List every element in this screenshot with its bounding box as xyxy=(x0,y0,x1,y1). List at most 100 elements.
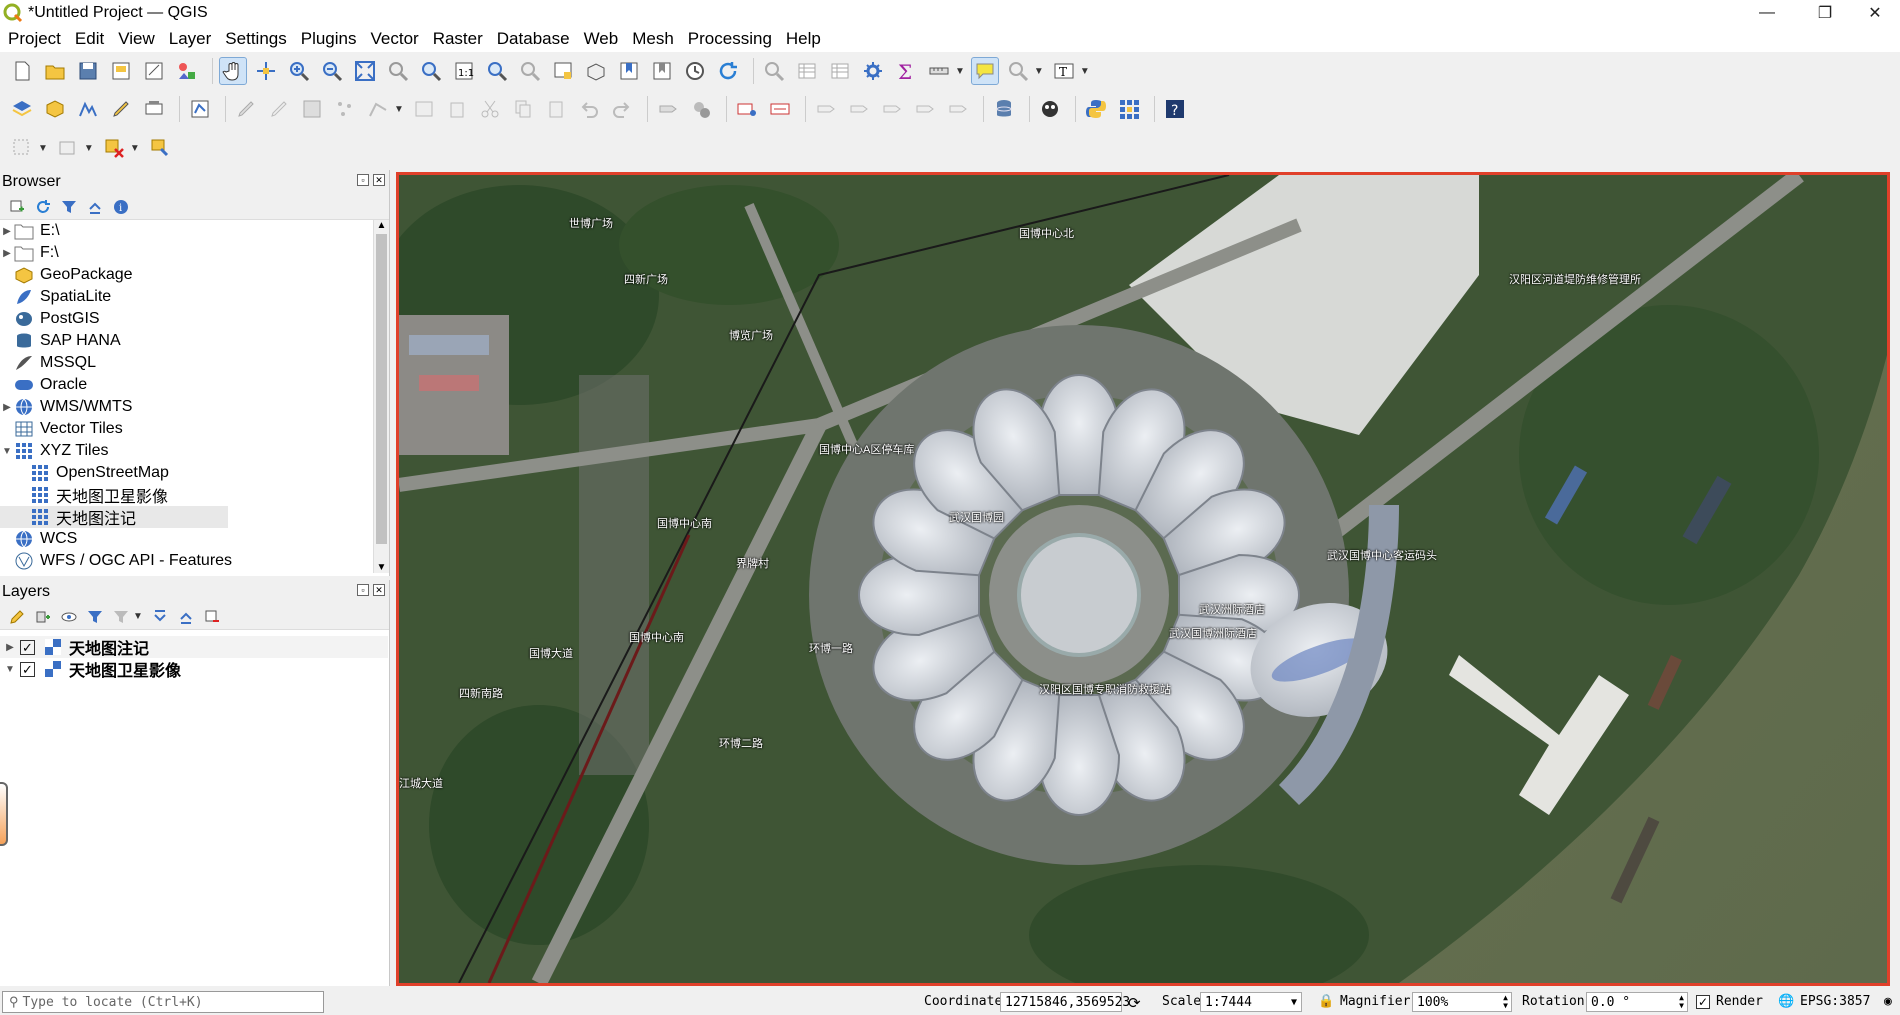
refresh-browser-icon[interactable] xyxy=(32,196,54,218)
browser-item[interactable]: PostGIS xyxy=(0,308,372,330)
coordinate-field[interactable]: 12715846,3569523 xyxy=(1000,992,1130,1012)
label-move-icon[interactable] xyxy=(812,95,840,123)
map-canvas[interactable]: 国博中心北 汉阳区河道堤防维修管理所 国博中心南 国博中心A区停车库 武汉国博园 武汉国博… xyxy=(396,172,1890,986)
add-feature-icon[interactable] xyxy=(331,95,359,123)
browser-item[interactable]: Vector Tiles xyxy=(0,418,372,440)
browser-scrollbar[interactable]: ▲ ▼ xyxy=(373,220,389,573)
float-panel-button[interactable]: ▫ xyxy=(357,174,369,186)
label-pin-icon[interactable] xyxy=(687,95,715,123)
browser-item[interactable]: MSSQL xyxy=(0,352,372,374)
new-shapefile-layer-icon[interactable] xyxy=(74,95,102,123)
new-3d-view-icon[interactable] xyxy=(582,57,610,85)
attribute-table-selected-icon[interactable] xyxy=(826,57,854,85)
menu-vector[interactable]: Vector xyxy=(371,29,419,49)
open-attribute-table-icon[interactable] xyxy=(793,57,821,85)
browser-item[interactable]: SAP HANA xyxy=(0,330,372,352)
show-bookmarks-icon[interactable] xyxy=(648,57,676,85)
new-project-icon[interactable] xyxy=(8,57,36,85)
browser-item[interactable]: GeoPackage xyxy=(0,264,372,286)
label-change-icon[interactable] xyxy=(878,95,906,123)
zoom-to-selection-icon[interactable] xyxy=(384,57,412,85)
pan-map-icon[interactable] xyxy=(219,57,247,85)
close-panel-button[interactable]: ✕ xyxy=(373,174,385,186)
map-tips-icon[interactable] xyxy=(970,57,999,85)
browser-item[interactable]: ▶ F:\ xyxy=(0,242,372,264)
select-location-icon[interactable] xyxy=(146,134,174,162)
paste-features-icon[interactable] xyxy=(542,95,570,123)
statistics-sigma-icon[interactable]: Σ xyxy=(892,57,920,85)
browser-item[interactable]: SpatiaLite xyxy=(0,286,372,308)
data-source-manager-icon[interactable] xyxy=(8,95,36,123)
scroll-up-arrow[interactable]: ▲ xyxy=(374,220,389,231)
select-features-icon[interactable] xyxy=(8,134,36,162)
pan-to-selection-icon[interactable] xyxy=(252,57,280,85)
layer-item[interactable]: ▼ ✓ 天地图卫星影像 xyxy=(0,658,388,680)
vertex-tool-icon[interactable] xyxy=(364,95,392,123)
digitize-icon[interactable] xyxy=(107,95,135,123)
redo-icon[interactable] xyxy=(608,95,636,123)
select-by-value-icon[interactable] xyxy=(54,134,82,162)
render-checkbox[interactable]: ✓ xyxy=(1696,995,1710,1009)
browser-item[interactable]: OpenStreetMap xyxy=(0,462,372,484)
add-group-icon[interactable] xyxy=(32,606,54,628)
menu-plugins[interactable]: Plugins xyxy=(301,29,357,49)
crs-button[interactable]: EPSG:3857 xyxy=(1800,994,1870,1009)
magnifier-spinbox[interactable]: 100% ▲ ▼ xyxy=(1412,992,1512,1012)
save-project-icon[interactable] xyxy=(74,57,102,85)
new-virtual-layer-icon[interactable] xyxy=(140,95,168,123)
deselect-features-icon[interactable] xyxy=(100,134,128,162)
menu-edit[interactable]: Edit xyxy=(75,29,104,49)
help-icon[interactable]: ? xyxy=(1161,95,1189,123)
label-tool-icon[interactable] xyxy=(654,95,682,123)
layer-styling-icon[interactable] xyxy=(6,606,28,628)
abc-label-icon[interactable] xyxy=(733,95,761,123)
measure-line-icon[interactable] xyxy=(925,57,953,85)
menu-web[interactable]: Web xyxy=(584,29,619,49)
browser-item[interactable]: WFS / OGC API - Features xyxy=(0,550,372,572)
toggle-editing-icon[interactable] xyxy=(265,95,293,123)
menu-raster[interactable]: Raster xyxy=(433,29,483,49)
minimize-button[interactable]: — xyxy=(1742,0,1792,26)
toolbox-icon[interactable] xyxy=(859,57,887,85)
text-annotation-icon[interactable]: T xyxy=(1050,57,1078,85)
expander-icon[interactable]: ▶ xyxy=(0,402,14,413)
zoom-in-icon[interactable] xyxy=(285,57,313,85)
layout-manager-icon[interactable] xyxy=(140,57,168,85)
restore-button[interactable]: ❐ xyxy=(1800,0,1850,26)
expand-all-icon[interactable] xyxy=(149,606,171,628)
manage-visibility-icon[interactable] xyxy=(58,606,80,628)
new-geopackage-layer-icon[interactable] xyxy=(41,95,69,123)
scroll-down-arrow[interactable]: ▼ xyxy=(374,562,389,573)
browser-item[interactable]: Oracle xyxy=(0,374,372,396)
browser-item[interactable]: WCS xyxy=(0,528,372,550)
menu-mesh[interactable]: Mesh xyxy=(632,29,674,49)
locate-search-input[interactable]: ⚲ Type to locate (Ctrl+K) xyxy=(2,991,324,1013)
messages-icon[interactable]: ◉ xyxy=(1884,994,1892,1009)
collapse-all-layers-icon[interactable] xyxy=(175,606,197,628)
crs-globe-icon[interactable]: 🌐 xyxy=(1778,994,1794,1009)
label-rotate-icon[interactable] xyxy=(845,95,873,123)
vector-layer-icon[interactable] xyxy=(186,95,214,123)
layer-visibility-checkbox[interactable]: ✓ xyxy=(20,661,35,677)
zoom-last-icon[interactable] xyxy=(483,57,511,85)
python-console-icon[interactable] xyxy=(1082,95,1110,123)
zoom-to-layer-icon[interactable] xyxy=(417,57,445,85)
filter-legend-icon[interactable] xyxy=(84,606,106,628)
lock-scale-icon[interactable]: 🔒 xyxy=(1318,994,1334,1009)
browser-item[interactable]: ▶ E:\ xyxy=(0,220,372,242)
menu-project[interactable]: Project xyxy=(8,29,61,49)
rotation-spinbox[interactable]: 0.0 ° ▲ ▼ xyxy=(1586,992,1688,1012)
identify-features-icon[interactable] xyxy=(760,57,788,85)
close-panel-button[interactable]: ✕ xyxy=(373,584,385,596)
open-project-icon[interactable] xyxy=(41,57,69,85)
temporal-controller-icon[interactable] xyxy=(681,57,709,85)
locator-zoom-icon[interactable] xyxy=(1004,57,1032,85)
menu-view[interactable]: View xyxy=(118,29,155,49)
spatial-bookmark-icon[interactable] xyxy=(615,57,643,85)
new-map-view-icon[interactable] xyxy=(549,57,577,85)
refresh-icon[interactable] xyxy=(714,57,742,85)
abc-label-remove-icon[interactable] xyxy=(766,95,794,123)
float-panel-button[interactable]: ▫ xyxy=(357,584,369,596)
current-edits-icon[interactable] xyxy=(232,95,260,123)
label-show-hide-icon[interactable] xyxy=(911,95,939,123)
